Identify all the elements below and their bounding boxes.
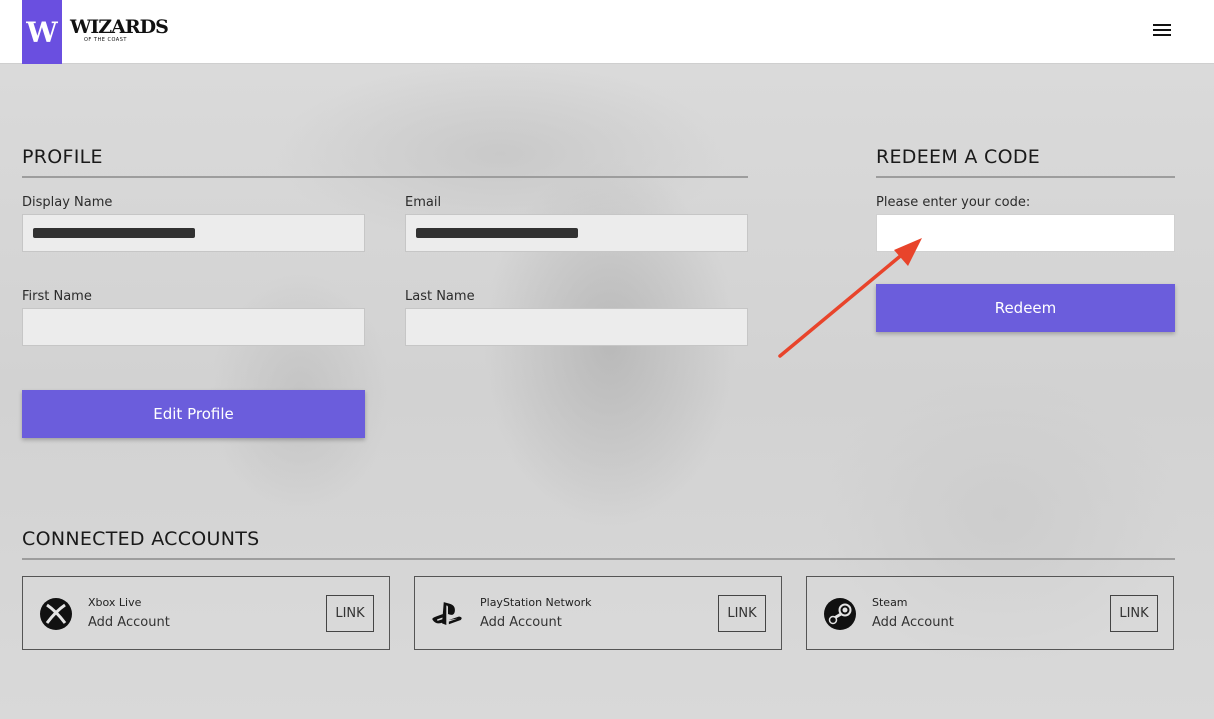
account-card-xbox: Xbox Live Add Account LINK (22, 576, 390, 650)
annotation-arrow-icon (778, 238, 922, 358)
email-label: Email (405, 195, 442, 210)
last-name-field[interactable] (405, 308, 748, 346)
account-action: Add Account (480, 615, 562, 630)
redeem-title: REDEEM A CODE (876, 146, 1041, 168)
first-name-label: First Name (22, 289, 92, 304)
connected-accounts-title: CONNECTED ACCOUNTS (22, 528, 260, 550)
playstation-icon (432, 602, 462, 626)
top-header: W WIZARDS OF THE COAST (0, 0, 1214, 64)
link-playstation-button[interactable]: LINK (718, 595, 766, 632)
wizards-logo[interactable]: WIZARDS OF THE COAST (70, 14, 169, 52)
account-name: PlayStation Network (480, 596, 592, 609)
account-action: Add Account (872, 615, 954, 630)
account-name: Steam (872, 596, 908, 609)
last-name-label: Last Name (405, 289, 475, 304)
link-xbox-button[interactable]: LINK (326, 595, 374, 632)
xbox-icon (40, 598, 72, 630)
redacted-display-name (33, 228, 195, 238)
first-name-field[interactable] (22, 308, 365, 346)
account-card-steam: Steam Add Account LINK (806, 576, 1174, 650)
logo-w-block[interactable]: W (22, 0, 62, 64)
email-field[interactable] (405, 214, 748, 252)
account-card-playstation: PlayStation Network Add Account LINK (414, 576, 782, 650)
redacted-email (416, 228, 578, 238)
display-name-label: Display Name (22, 195, 113, 210)
account-name: Xbox Live (88, 596, 142, 609)
steam-icon (824, 598, 856, 630)
connected-divider (22, 558, 1175, 560)
hamburger-icon[interactable] (1150, 21, 1174, 43)
display-name-field[interactable] (22, 214, 365, 252)
profile-title: PROFILE (22, 146, 103, 168)
edit-profile-button[interactable]: Edit Profile (22, 390, 365, 438)
redeem-prompt: Please enter your code: (876, 195, 1031, 210)
account-action: Add Account (88, 615, 170, 630)
profile-divider (22, 176, 748, 178)
logo-letter: W (26, 15, 58, 49)
link-steam-button[interactable]: LINK (1110, 595, 1158, 632)
redeem-divider (876, 176, 1175, 178)
